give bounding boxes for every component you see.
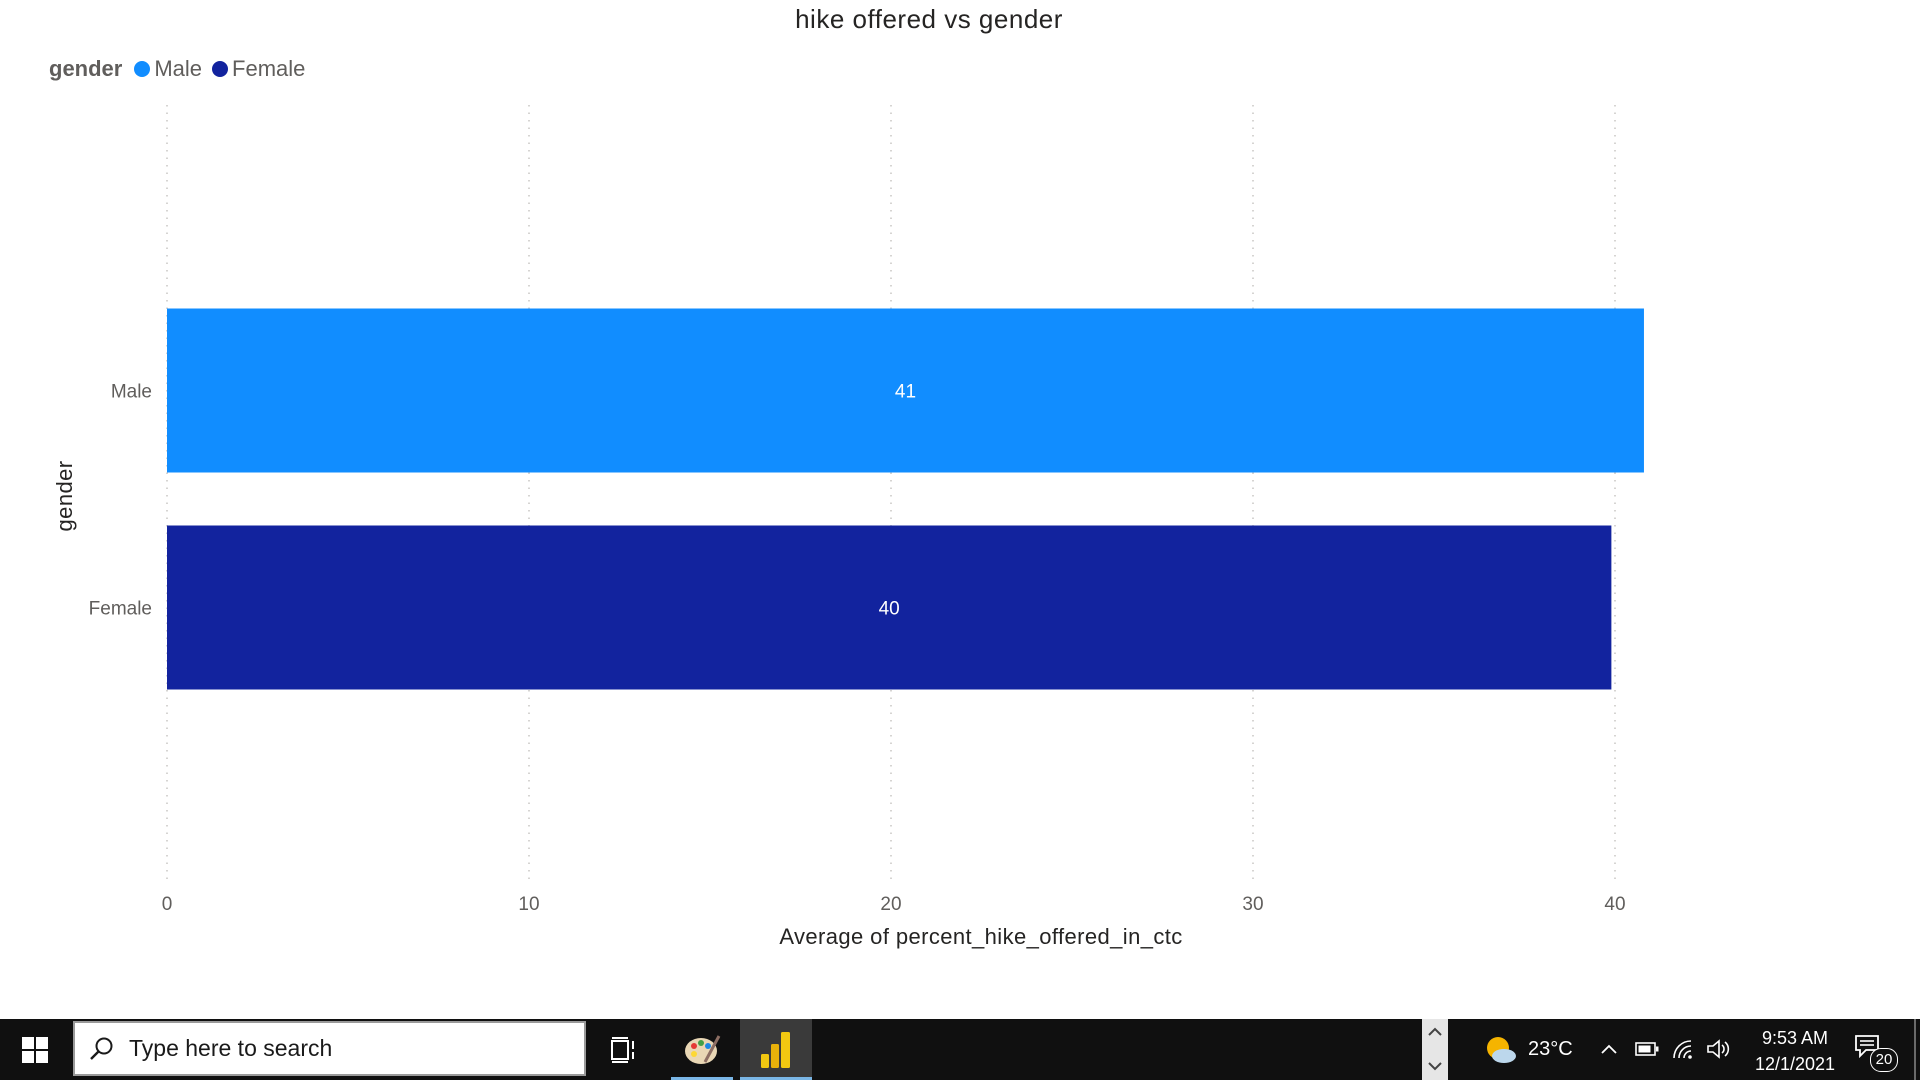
speaker-icon [1707, 1039, 1730, 1059]
y-axis-categories: Male Female [89, 382, 152, 620]
show-desktop-button[interactable] [1914, 1019, 1916, 1080]
battery-button[interactable] [1634, 1036, 1660, 1062]
volume-button[interactable] [1706, 1036, 1732, 1062]
y-category-label: Female [89, 599, 152, 620]
wifi-icon [1673, 1040, 1692, 1059]
windows-logo-icon [22, 1036, 48, 1063]
chevron-up-icon [1428, 1027, 1442, 1036]
paint-palette-icon [685, 1034, 721, 1064]
gridlines [166, 105, 1616, 880]
search-placeholder: Type here to search [129, 1035, 333, 1061]
show-hidden-icons-button[interactable] [1598, 1036, 1620, 1062]
bar-chart-svg: 41 40 0 10 20 30 40 Male Female Average of per… [52, 105, 1644, 949]
x-tick-label: 20 [880, 894, 901, 915]
weather-temperature: 23°C [1528, 1038, 1573, 1060]
task-view-button[interactable] [596, 1019, 652, 1080]
action-center-button[interactable]: 20 [1854, 1034, 1898, 1072]
x-tick-label: 0 [162, 894, 173, 915]
data-label-female: 40 [879, 599, 900, 620]
bars: 41 40 [167, 308, 1644, 690]
taskbar-search-box[interactable]: Type here to search [73, 1021, 586, 1076]
taskbar-app-power-bi[interactable] [740, 1019, 812, 1080]
x-tick-label: 30 [1242, 894, 1263, 915]
x-tick-label: 40 [1604, 894, 1625, 915]
y-axis-title: gender [52, 461, 77, 532]
task-view-icon [611, 1036, 634, 1063]
network-button[interactable] [1670, 1036, 1696, 1062]
weather-widget[interactable]: 23°C [1484, 1019, 1573, 1080]
taskbar: Type here to search 23°C 9:53 AM 12/1/20… [0, 1019, 1920, 1080]
power-bi-icon [761, 1031, 790, 1068]
start-button[interactable] [0, 1019, 70, 1080]
chart-visual: hike offered vs gender gender Male Femal… [0, 0, 1920, 1019]
chevron-up-icon [1601, 1044, 1617, 1054]
notification-count-badge: 20 [1870, 1048, 1898, 1072]
search-icon [89, 1036, 115, 1062]
taskbar-clock[interactable]: 9:53 AM 12/1/2021 [1740, 1025, 1850, 1077]
x-axis-title: Average of percent_hike_offered_in_ctc [779, 924, 1182, 949]
data-label-male: 41 [895, 382, 916, 403]
partly-sunny-icon [1487, 1036, 1516, 1063]
clock-time: 9:53 AM [1761, 1028, 1829, 1048]
chevron-down-icon [1428, 1062, 1442, 1071]
x-axis-ticks: 0 10 20 30 40 [162, 894, 1626, 915]
taskbar-scroll[interactable] [1422, 1019, 1448, 1080]
y-category-label: Male [111, 382, 152, 403]
x-tick-label: 10 [518, 894, 539, 915]
battery-icon [1635, 1042, 1659, 1056]
clock-date: 12/1/2021 [1754, 1054, 1836, 1074]
taskbar-app-paint[interactable] [671, 1019, 733, 1080]
